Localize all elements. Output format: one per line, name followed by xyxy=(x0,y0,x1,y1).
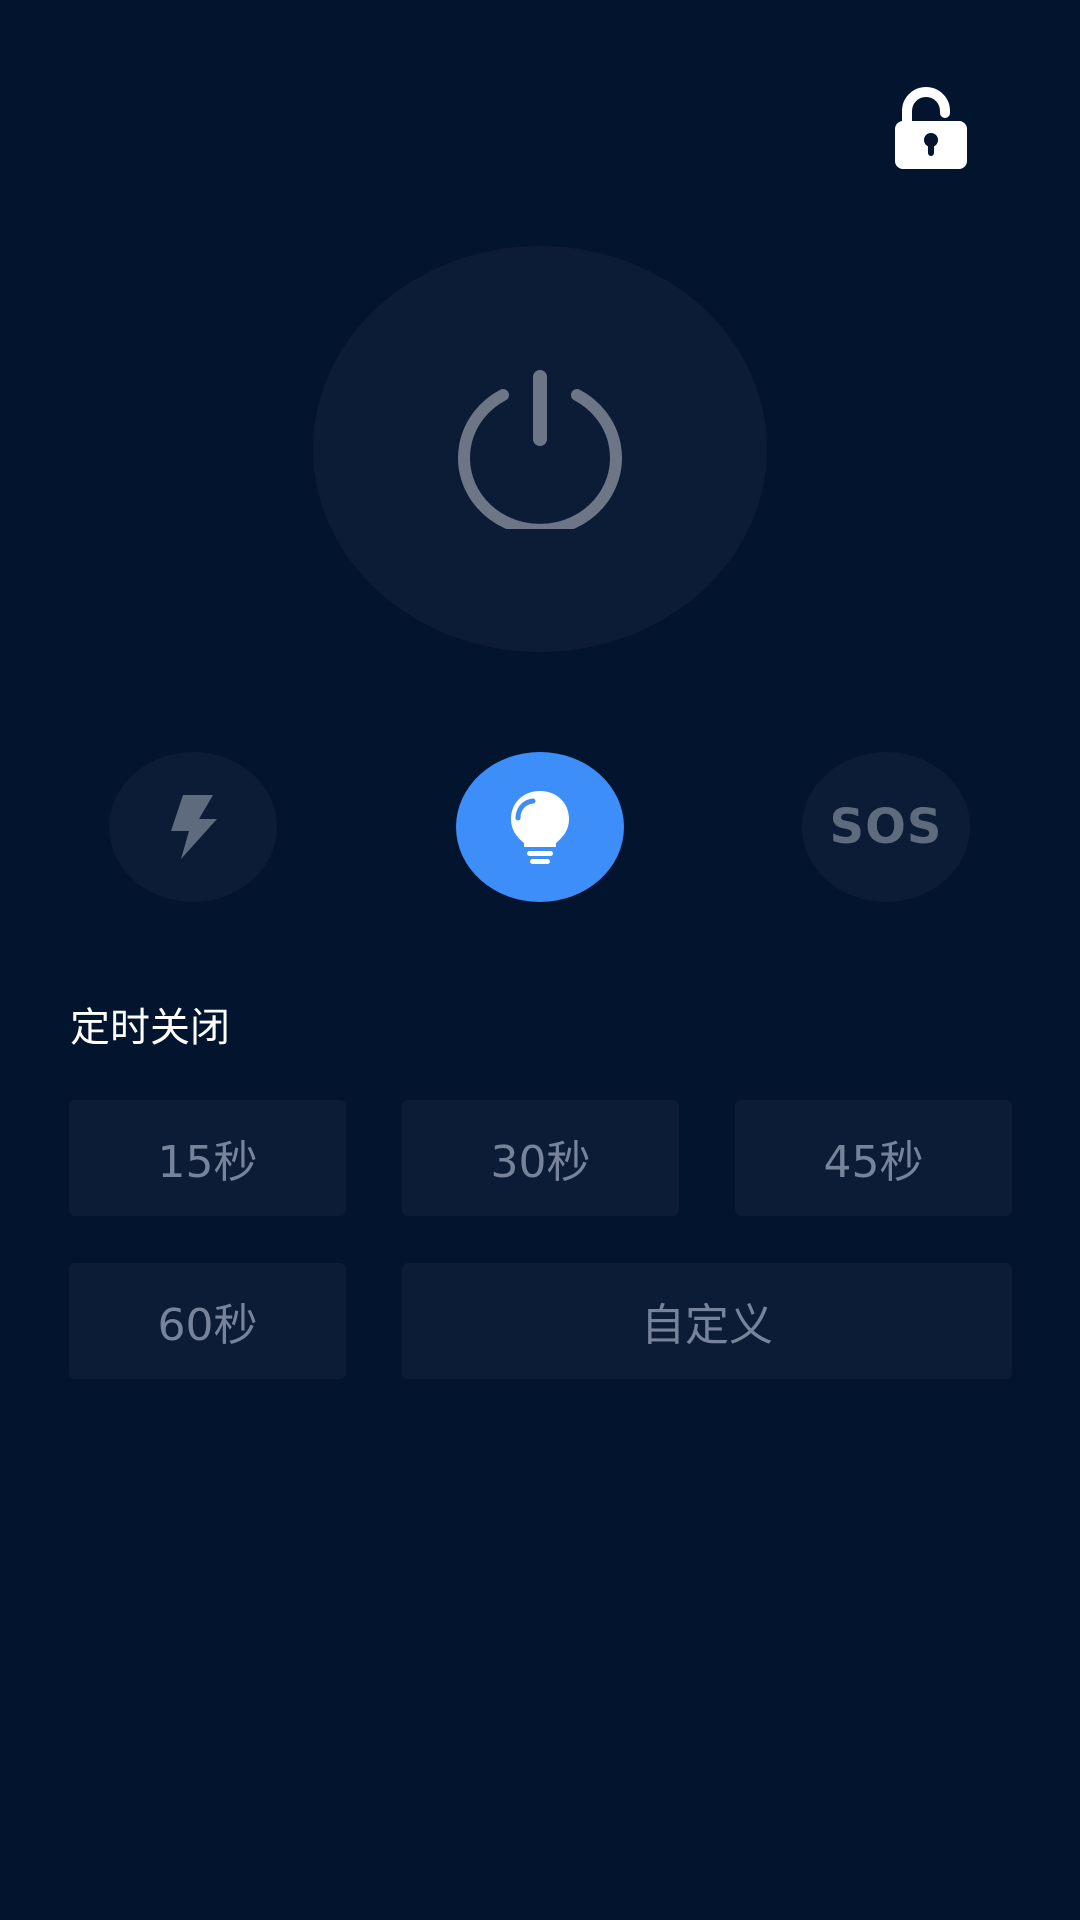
light-mode-button[interactable] xyxy=(456,752,624,902)
sos-mode-button[interactable]: SOS xyxy=(802,752,970,902)
unlocked-padlock-icon xyxy=(895,87,967,169)
flashlight-screen: SOS 定时关闭 15秒 30秒 45秒 60秒 自定义 xyxy=(0,0,1080,1920)
timer-custom-button[interactable]: 自定义 xyxy=(402,1263,1012,1379)
power-button[interactable] xyxy=(313,246,767,652)
timer-15s-button[interactable]: 15秒 xyxy=(69,1100,346,1216)
timer-45s-button[interactable]: 45秒 xyxy=(735,1100,1012,1216)
power-icon xyxy=(458,370,622,529)
sos-label: SOS xyxy=(829,799,943,855)
timer-60s-button[interactable]: 60秒 xyxy=(69,1263,346,1379)
flash-mode-button[interactable] xyxy=(109,752,277,902)
lightning-bolt-icon xyxy=(171,795,217,859)
timer-30s-button[interactable]: 30秒 xyxy=(402,1100,679,1216)
timer-section-title: 定时关闭 xyxy=(70,1005,230,1051)
lock-toggle-button[interactable] xyxy=(878,78,984,178)
light-bulb-icon xyxy=(511,791,569,864)
